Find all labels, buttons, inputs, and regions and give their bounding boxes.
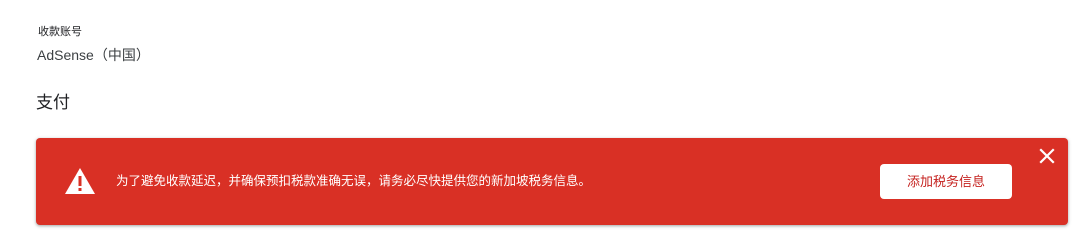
tax-info-alert-banner: 为了避免收款延迟，并确保预扣税款准确无误，请务必尽快提供您的新加坡税务信息。 添…	[36, 138, 1068, 225]
tax-info-alert-message: 为了避免收款延迟，并确保预扣税款准确无误，请务必尽快提供您的新加坡税务信息。	[116, 174, 592, 188]
payments-section-title: 支付	[36, 93, 70, 112]
payee-account-label: 收款账号	[38, 26, 82, 38]
payee-account-value: AdSense（中国）	[37, 47, 150, 63]
warning-icon	[65, 168, 95, 194]
payment-settings-page: 收款账号 AdSense（中国） 支付 为了避免收款延迟，并确保预扣税款准确无误…	[0, 0, 1088, 250]
close-icon[interactable]	[1036, 145, 1058, 167]
add-tax-info-button[interactable]: 添加税务信息	[880, 164, 1012, 199]
